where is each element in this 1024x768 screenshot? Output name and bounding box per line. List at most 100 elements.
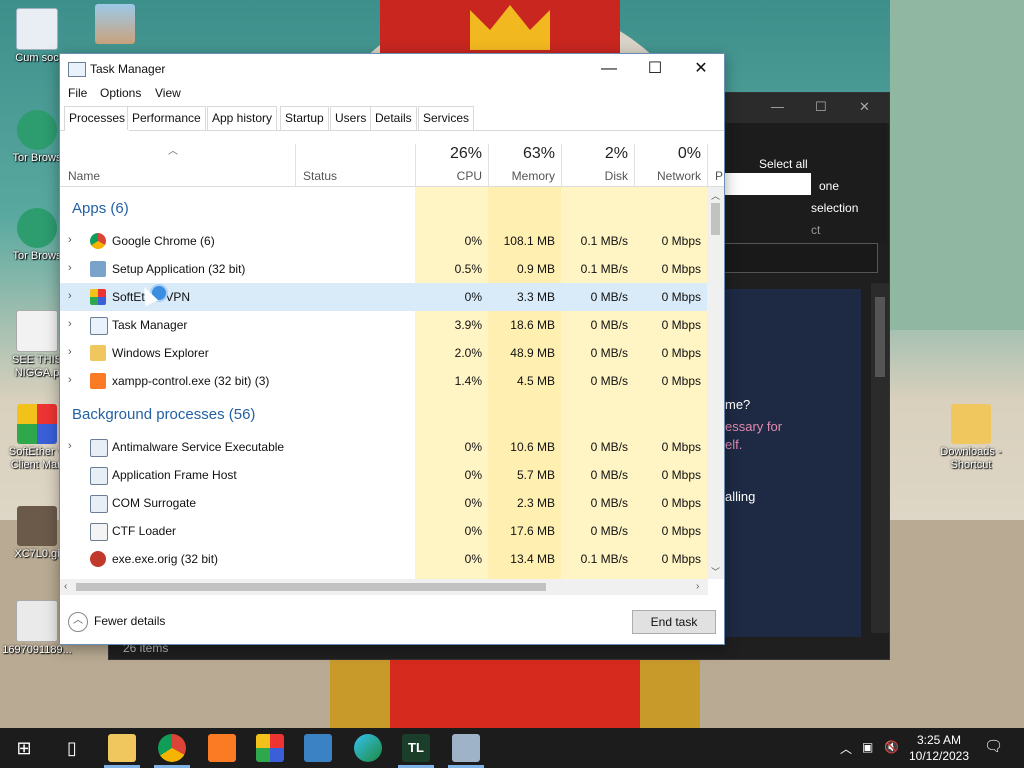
- expand-chevron-icon[interactable]: ›: [68, 375, 78, 386]
- process-cpu-value: 0%: [464, 552, 482, 566]
- menu-view[interactable]: View: [155, 86, 181, 100]
- process-row[interactable]: COM Surrogate 0% 2.3 MB 0 MB/s 0 Mbps: [60, 489, 708, 517]
- column-status[interactable]: Status: [295, 142, 415, 186]
- process-row[interactable]: › Google Chrome (6) 0% 108.1 MB 0.1 MB/s 0 Mb…: [60, 227, 708, 255]
- tab-details[interactable]: Details: [370, 106, 417, 130]
- process-name: Windows Explorer: [112, 346, 209, 360]
- notification-center-icon[interactable]: 🗨: [984, 737, 1003, 755]
- file-explorer-icon[interactable]: [108, 734, 136, 762]
- chrome-icon[interactable]: [158, 734, 186, 762]
- ribbon-select-label: ct: [811, 223, 821, 237]
- column-memory[interactable]: 63% Memory: [488, 142, 561, 186]
- process-disk-value: 0 MB/s: [590, 318, 628, 332]
- expand-chevron-icon[interactable]: ›: [68, 319, 78, 330]
- desktop-icon-picture[interactable]: [78, 4, 152, 46]
- tl-app-icon[interactable]: TL: [402, 734, 430, 762]
- column-power[interactable]: P: [707, 142, 724, 186]
- vertical-scroll-thumb[interactable]: [711, 203, 720, 235]
- explorer-maximize-button[interactable]: ☐: [815, 99, 827, 115]
- process-row[interactable]: › Setup Application (32 bit) 0.5% 0.9 MB 0.1…: [60, 255, 708, 283]
- horizontal-scroll-thumb[interactable]: [76, 583, 546, 591]
- task-view-icon[interactable]: ▯: [58, 734, 86, 762]
- ribbon-select-none[interactable]: one: [819, 179, 839, 193]
- group-background-header[interactable]: Background processes (56): [72, 406, 255, 423]
- close-button[interactable]: ✕: [678, 54, 724, 84]
- process-row[interactable]: › Antimalware Service Executable 0% 10.6 MB…: [60, 433, 708, 461]
- expand-chevron-icon[interactable]: ›: [68, 291, 78, 302]
- tab-users[interactable]: Users: [330, 106, 372, 130]
- task-manager-titlebar[interactable]: Task Manager — ☐ ✕: [60, 54, 724, 84]
- xampp-icon[interactable]: [208, 734, 236, 762]
- process-row[interactable]: › Windows Explorer 2.0% 48.9 MB 0 MB/s 0 Mbps: [60, 339, 708, 367]
- service-icon: [90, 495, 108, 513]
- end-task-button[interactable]: End task: [632, 610, 716, 634]
- process-net-value: 0 Mbps: [661, 290, 701, 304]
- recycle-bin-icon: [16, 8, 58, 50]
- tab-performance[interactable]: Performance: [127, 106, 206, 130]
- process-cpu-value: 0%: [464, 524, 482, 538]
- explorer-search-box[interactable]: [724, 243, 878, 273]
- tab-strip: Processes Performance App history Startu…: [60, 106, 724, 131]
- process-row[interactable]: Application Frame Host 0% 5.7 MB 0 MB/s 0 Mb…: [60, 461, 708, 489]
- volume-muted-icon[interactable]: 🔇: [884, 740, 899, 754]
- process-name: Application Frame Host: [112, 468, 237, 482]
- tab-services[interactable]: Services: [418, 106, 475, 130]
- expand-chevron-icon[interactable]: ›: [68, 263, 78, 274]
- process-net-value: 0 Mbps: [661, 318, 701, 332]
- group-apps-header[interactable]: Apps (6): [72, 200, 129, 217]
- tab-startup[interactable]: Startup: [280, 106, 329, 130]
- scroll-left-arrow-icon[interactable]: ‹: [64, 581, 67, 592]
- chevron-up-icon[interactable]: ︿: [68, 612, 88, 632]
- menu-options[interactable]: Options: [100, 86, 141, 100]
- footer-bar: ︿ Fewer details End task: [60, 603, 724, 644]
- process-mem-value: 3.3 MB: [516, 290, 555, 304]
- edge-icon[interactable]: [354, 734, 382, 762]
- process-row[interactable]: CTF Loader 0% 17.6 MB 0 MB/s 0 Mbps: [60, 517, 708, 545]
- ribbon-select-all[interactable]: Select all: [759, 157, 808, 171]
- task-manager-icon[interactable]: [452, 734, 480, 762]
- maximize-button[interactable]: ☐: [632, 54, 678, 84]
- softether-icon[interactable]: [256, 734, 284, 762]
- vertical-scrollbar[interactable]: ︿ ﹀: [707, 187, 724, 579]
- process-cpu-value: 3.9%: [454, 318, 482, 332]
- microsoft-store-icon[interactable]: [304, 734, 332, 762]
- windows-start-icon[interactable]: ⊞: [10, 734, 38, 762]
- process-row[interactable]: › Task Manager 3.9% 18.6 MB 0 MB/s 0 Mbps: [60, 311, 708, 339]
- ribbon-invert-selection[interactable]: selection: [811, 201, 858, 215]
- scroll-up-arrow-icon[interactable]: ︿: [711, 189, 720, 202]
- process-row[interactable]: › xampp-control.exe (32 bit) (3) 1.4% 4.5 M…: [60, 367, 708, 395]
- process-net-value: 0 Mbps: [661, 262, 701, 276]
- system-clock[interactable]: 3:25 AM 10/12/2023: [906, 732, 972, 764]
- task-manager-window[interactable]: Task Manager — ☐ ✕ File Options View Pro…: [59, 53, 725, 645]
- process-row[interactable]: exe.exe.orig (32 bit) 0% 13.4 MB 0.1 MB/s 0 …: [60, 545, 708, 573]
- column-name[interactable]: Name: [60, 142, 295, 186]
- process-disk-value: 0 MB/s: [590, 496, 628, 510]
- scroll-right-arrow-icon[interactable]: ›: [696, 581, 699, 592]
- menu-file[interactable]: File: [68, 86, 87, 100]
- process-net-value: 0 Mbps: [661, 440, 701, 454]
- window-title: Task Manager: [90, 62, 166, 76]
- explorer-scrollbar[interactable]: [871, 283, 889, 633]
- explorer-minimize-button[interactable]: —: [771, 99, 784, 114]
- expand-chevron-icon[interactable]: ›: [68, 441, 78, 452]
- fewer-details-link[interactable]: Fewer details: [94, 614, 165, 628]
- desktop-icon-downloads-shortcut[interactable]: Downloads - Shortcut: [934, 404, 1008, 472]
- process-net-value: 0 Mbps: [661, 496, 701, 510]
- process-disk-value: 0 MB/s: [590, 524, 628, 538]
- column-disk[interactable]: 2% Disk: [561, 142, 634, 186]
- tab-app-history[interactable]: App history: [207, 106, 278, 130]
- column-network[interactable]: 0% Network: [634, 142, 707, 186]
- expand-chevron-icon[interactable]: ›: [68, 347, 78, 358]
- tab-processes[interactable]: Processes: [64, 106, 131, 131]
- network-icon[interactable]: ▣: [862, 740, 873, 754]
- tray-overflow-chevron-icon[interactable]: ︿: [840, 740, 852, 757]
- minimize-button[interactable]: —: [586, 54, 632, 84]
- horizontal-scrollbar[interactable]: ‹ ›: [60, 579, 708, 595]
- scroll-down-arrow-icon[interactable]: ﹀: [711, 565, 720, 578]
- column-cpu[interactable]: 26% CPU: [415, 142, 488, 186]
- explorer-close-button[interactable]: ✕: [859, 99, 870, 115]
- expand-chevron-icon[interactable]: ›: [68, 235, 78, 246]
- process-net-value: 0 Mbps: [661, 234, 701, 248]
- process-disk-value: 0.1 MB/s: [580, 552, 628, 566]
- task-manager-icon: [68, 62, 86, 77]
